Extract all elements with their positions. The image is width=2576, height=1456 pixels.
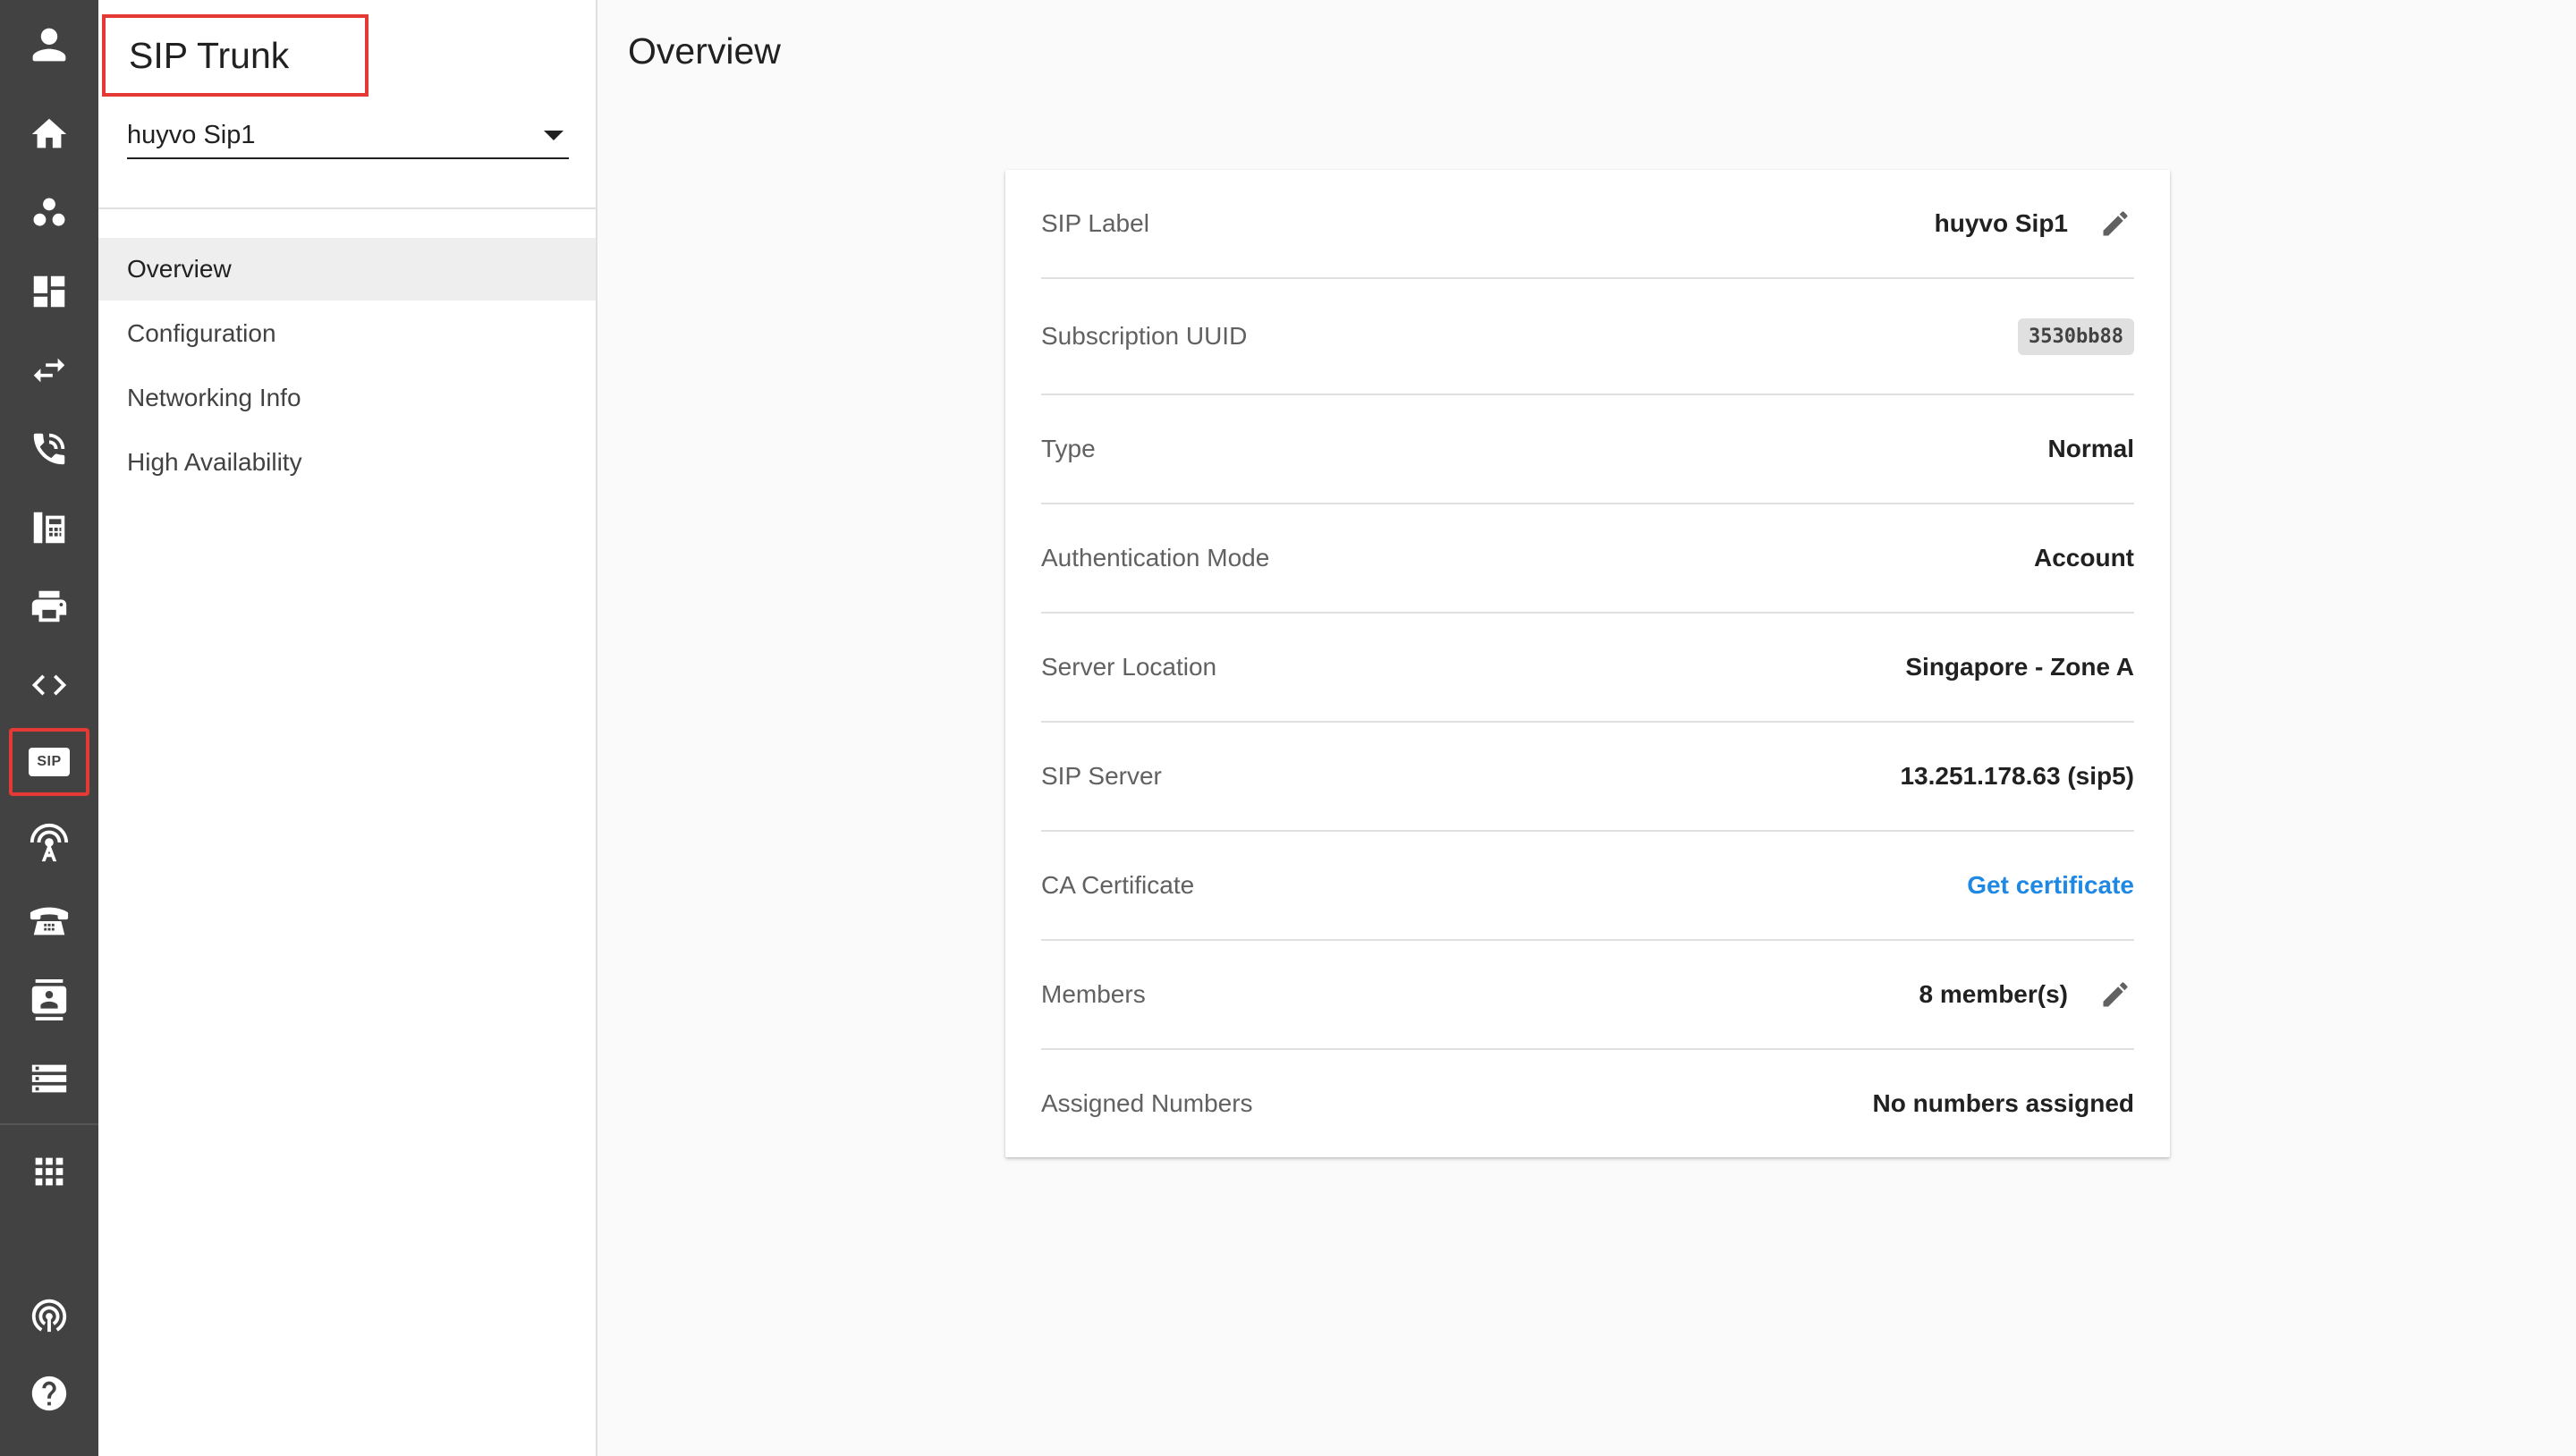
row-type: Type Normal xyxy=(1041,395,2134,504)
trunk-select[interactable]: huyvo Sip1 xyxy=(127,113,569,159)
nav-item-high-availability[interactable]: High Availability xyxy=(98,431,596,494)
dashboard-icon[interactable] xyxy=(9,258,89,326)
edit-members-pencil-icon[interactable] xyxy=(2095,974,2136,1015)
row-sip-server: SIP Server 13.251.178.63 (sip5) xyxy=(1041,723,2134,832)
wireless-tower-icon[interactable] xyxy=(9,808,89,876)
row-label: SIP Label xyxy=(1041,209,1149,237)
chevron-down-icon xyxy=(544,130,564,140)
row-label: Authentication Mode xyxy=(1041,544,1270,571)
row-label: Assigned Numbers xyxy=(1041,1089,1253,1117)
podcast-antenna-icon[interactable] xyxy=(9,1281,89,1349)
row-label: Type xyxy=(1041,435,1096,462)
help-icon[interactable] xyxy=(9,1359,89,1427)
printer-icon[interactable] xyxy=(9,572,89,640)
trunk-select-value: huyvo Sip1 xyxy=(127,120,256,149)
nav-item-configuration[interactable]: Configuration xyxy=(98,302,596,365)
icon-rail: SIP xyxy=(0,0,98,1456)
sip-trunk-panel: SIP Trunk huyvo Sip1 Overview Configurat… xyxy=(98,0,597,1456)
row-label: Subscription UUID xyxy=(1041,322,1248,350)
transfer-arrows-icon[interactable] xyxy=(9,336,89,404)
row-value: 13.251.178.63 (sip5) xyxy=(1900,762,2134,790)
row-value: 8 member(s) xyxy=(1919,980,2068,1008)
row-label: Members xyxy=(1041,980,1146,1008)
home-icon[interactable] xyxy=(9,100,89,168)
uuid-chip: 3530bb88 xyxy=(2018,317,2134,355)
row-authentication-mode: Authentication Mode Account xyxy=(1041,504,2134,614)
row-value: huyvo Sip1 xyxy=(1934,209,2068,237)
row-ca-certificate: CA Certificate Get certificate xyxy=(1041,832,2134,941)
row-value: No numbers assigned xyxy=(1872,1089,2134,1117)
list-icon[interactable] xyxy=(9,1045,89,1113)
panel-title-box: SIP Trunk xyxy=(102,14,369,97)
nav-item-overview[interactable]: Overview xyxy=(98,238,596,301)
row-value: Normal xyxy=(2047,435,2134,462)
sip-icon[interactable]: SIP xyxy=(9,728,89,796)
edit-sip-label-pencil-icon[interactable] xyxy=(2095,203,2136,244)
telephone-icon[interactable] xyxy=(9,887,89,955)
row-label: Server Location xyxy=(1041,653,1217,681)
row-value: Account xyxy=(2034,544,2134,571)
overview-card: SIP Label huyvo Sip1 Subscription UUID 3… xyxy=(1005,170,2170,1157)
row-value: Singapore - Zone A xyxy=(1905,653,2134,681)
desk-phone-icon[interactable] xyxy=(9,494,89,562)
row-sip-label: SIP Label huyvo Sip1 xyxy=(1041,170,2134,279)
panel-divider xyxy=(98,207,596,209)
row-label: SIP Server xyxy=(1041,762,1162,790)
phone-call-icon[interactable] xyxy=(9,415,89,483)
row-server-location: Server Location Singapore - Zone A xyxy=(1041,614,2134,723)
sip-icon-label: SIP xyxy=(29,748,70,776)
row-subscription-uuid: Subscription UUID 3530bb88 xyxy=(1041,279,2134,395)
page-title: Overview xyxy=(628,30,781,72)
row-members: Members 8 member(s) xyxy=(1041,941,2134,1050)
rail-divider xyxy=(0,1123,98,1125)
contacts-icon[interactable] xyxy=(9,966,89,1034)
apps-grid-icon[interactable] xyxy=(9,1138,89,1206)
profile-icon[interactable] xyxy=(9,11,89,79)
row-assigned-numbers: Assigned Numbers No numbers assigned xyxy=(1041,1050,2134,1157)
get-certificate-link[interactable]: Get certificate xyxy=(1967,871,2134,900)
row-label: CA Certificate xyxy=(1041,871,1195,899)
panel-title: SIP Trunk xyxy=(129,34,290,76)
nav-item-networking-info[interactable]: Networking Info xyxy=(98,367,596,429)
code-icon[interactable] xyxy=(9,651,89,719)
groups-icon[interactable] xyxy=(9,179,89,247)
